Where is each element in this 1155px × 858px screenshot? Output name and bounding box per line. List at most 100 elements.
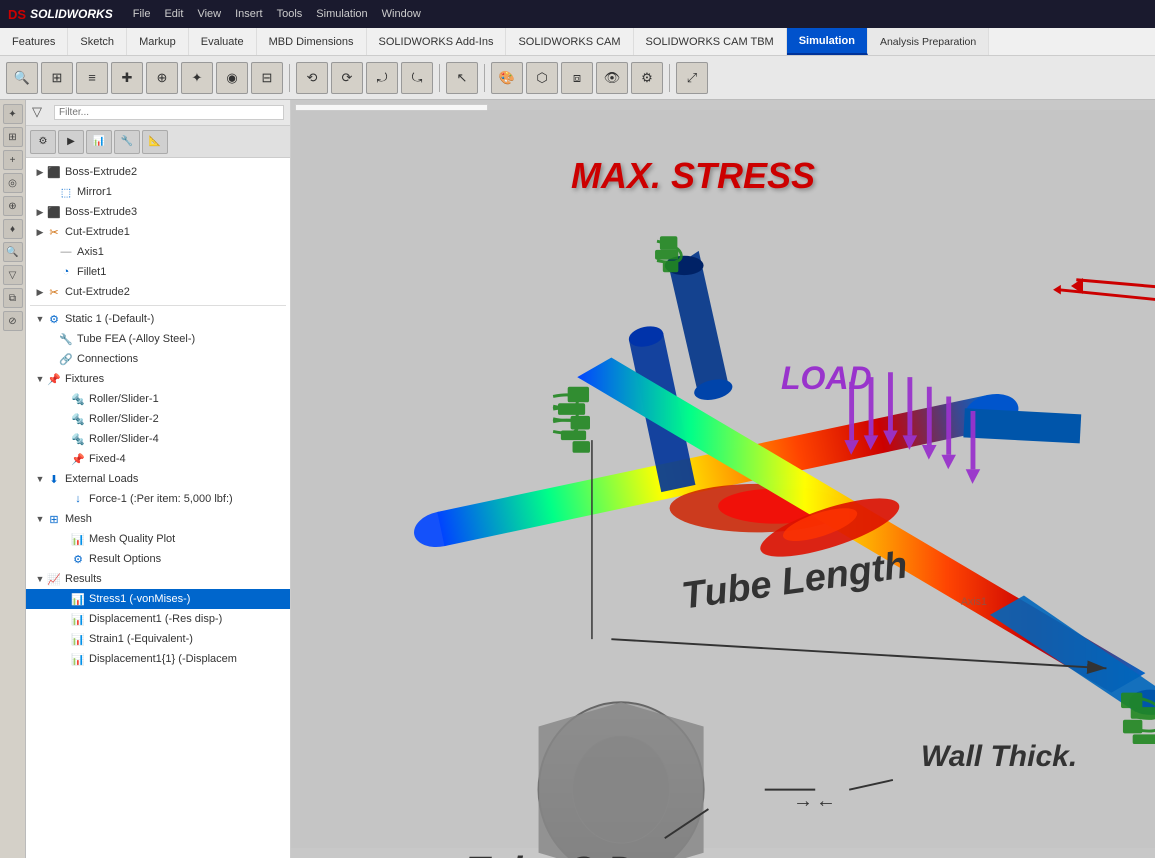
toolbar-btn-7[interactable]: ◉ — [216, 62, 248, 94]
sim-btn-3[interactable]: 📊 — [86, 130, 112, 154]
wall-thick-arrow: → — [793, 790, 813, 813]
tree-item-fixtures[interactable]: ▼ 📌 Fixtures — [26, 369, 290, 389]
tab-solidworks-cam-tbm[interactable]: SOLIDWORKS CAM TBM — [634, 28, 787, 55]
tree-label-boss-extrude3: Boss-Extrude3 — [65, 206, 137, 218]
tree-item-boss-extrude2[interactable]: ▶ ⬛ Boss-Extrude2 — [26, 162, 290, 182]
toolbar-btn-1[interactable]: 🔍 — [6, 62, 38, 94]
menu-simulation[interactable]: Simulation — [316, 8, 367, 20]
toolbar-btn-11[interactable]: ⤾ — [366, 62, 398, 94]
toolbar-btn-9[interactable]: ⟲ — [296, 62, 328, 94]
menu-file[interactable]: File — [133, 8, 151, 20]
toolbar-btn-section[interactable]: ⧈ — [561, 62, 593, 94]
tree-item-cut-extrude2[interactable]: ▶ ✂ Cut-Extrude2 — [26, 282, 290, 302]
tree-item-result-options[interactable]: ⚙ Result Options — [26, 549, 290, 569]
toolbar-btn-5[interactable]: ⊕ — [146, 62, 178, 94]
tab-markup[interactable]: Markup — [127, 28, 189, 55]
menu-edit[interactable]: Edit — [164, 8, 183, 20]
tree-label-cut-extrude2: Cut-Extrude2 — [65, 286, 130, 298]
tree-item-cut-extrude1[interactable]: ▶ ✂ Cut-Extrude1 — [26, 222, 290, 242]
tree-arrow-cut-extrude2[interactable]: ▶ — [34, 286, 46, 298]
tree-item-results[interactable]: ▼ 📈 Results — [26, 569, 290, 589]
tree-arrow-fixtures[interactable]: ▼ — [34, 373, 46, 385]
tree-item-boss-extrude3[interactable]: ▶ ⬛ Boss-Extrude3 — [26, 202, 290, 222]
toolbar-btn-3[interactable]: ≡ — [76, 62, 108, 94]
tree-label-displacement1: Displacement1 (-Res disp-) — [89, 613, 222, 625]
viewport[interactable]: Model name: Tube FEA Study name: Static … — [291, 100, 1155, 858]
toolbar-btn-display[interactable]: 🎨 — [491, 62, 523, 94]
tree-item-mesh-quality-plot[interactable]: 📊 Mesh Quality Plot — [26, 529, 290, 549]
menu-window[interactable]: Window — [382, 8, 421, 20]
tab-analysis-preparation[interactable]: Analysis Preparation — [868, 28, 989, 55]
side-icon-4[interactable]: ◎ — [3, 173, 23, 193]
filter-input[interactable] — [54, 105, 284, 120]
tree-icon-roller-2: 🔩 — [70, 411, 86, 427]
toolbar-btn-6[interactable]: ✦ — [181, 62, 213, 94]
menu-view[interactable]: View — [197, 8, 221, 20]
tree-item-axis1[interactable]: — Axis1 — [26, 242, 290, 262]
tree-item-stress1[interactable]: 📊 Stress1 (-vonMises-) — [26, 589, 290, 609]
tab-mbd-dimensions[interactable]: MBD Dimensions — [257, 28, 367, 55]
tree-item-external-loads[interactable]: ▼ ⬇ External Loads — [26, 469, 290, 489]
tree-item-roller-slider-2[interactable]: 🔩 Roller/Slider-2 — [26, 409, 290, 429]
toolbar-btn-2[interactable]: ⊞ — [41, 62, 73, 94]
tab-sketch[interactable]: Sketch — [68, 28, 127, 55]
toolbar-btn-render[interactable]: ⚙ — [631, 62, 663, 94]
tree-item-displacement1[interactable]: 📊 Displacement1 (-Res disp-) — [26, 609, 290, 629]
tree-item-roller-slider-4[interactable]: 🔩 Roller/Slider-4 — [26, 429, 290, 449]
sim-btn-5[interactable]: 📐 — [142, 130, 168, 154]
side-icon-filter[interactable]: ▽ — [3, 265, 23, 285]
tab-features[interactable]: Features — [0, 28, 68, 55]
tree-label-strain1: Strain1 (-Equivalent-) — [89, 633, 193, 645]
side-icon-1[interactable]: ✦ — [3, 104, 23, 124]
filter-bar: ▽ — [26, 100, 290, 126]
tree-item-mesh[interactable]: ▼ ⊞ Mesh — [26, 509, 290, 529]
tab-evaluate[interactable]: Evaluate — [189, 28, 257, 55]
toolbar-btn-4[interactable]: ✚ — [111, 62, 143, 94]
side-icon-7[interactable]: 🔍 — [3, 242, 23, 262]
toolbar-separator-3 — [484, 64, 485, 92]
tree-item-static1[interactable]: ▼ ⚙ Static 1 (-Default-) — [26, 309, 290, 329]
side-icon-9[interactable]: ⧉ — [3, 288, 23, 308]
tree-arrow-ext-loads[interactable]: ▼ — [34, 473, 46, 485]
tree-item-roller-slider-1[interactable]: 🔩 Roller/Slider-1 — [26, 389, 290, 409]
logo-solidworks: SOLIDWORKS — [30, 7, 113, 21]
sim-btn-4[interactable]: 🔧 — [114, 130, 140, 154]
tab-solidworks-cam[interactable]: SOLIDWORKS CAM — [506, 28, 633, 55]
tree-icon-result-options: ⚙ — [70, 551, 86, 567]
tree-label-force-1: Force-1 (:Per item: 5,000 lbf:) — [89, 493, 233, 505]
side-icon-6[interactable]: ♦ — [3, 219, 23, 239]
tree-arrow-results[interactable]: ▼ — [34, 573, 46, 585]
menu-tools[interactable]: Tools — [277, 8, 303, 20]
tree-arrow-cut-extrude1[interactable]: ▶ — [34, 226, 46, 238]
tab-simulation[interactable]: Simulation — [787, 28, 868, 55]
tree-arrow-static1[interactable]: ▼ — [34, 313, 46, 325]
toolbar-btn-hide[interactable]: 👁 — [596, 62, 628, 94]
toolbar-btn-cursor[interactable]: ↖ — [446, 62, 478, 94]
sim-btn-1[interactable]: ⚙ — [30, 130, 56, 154]
toolbar-btn-expand[interactable]: ⤢ — [676, 62, 708, 94]
tree-item-connections[interactable]: 🔗 Connections — [26, 349, 290, 369]
side-icon-3[interactable]: + — [3, 150, 23, 170]
menu-insert[interactable]: Insert — [235, 8, 263, 20]
tree-item-strain1[interactable]: 📊 Strain1 (-Equivalent-) — [26, 629, 290, 649]
tree-item-fillet1[interactable]: ◔ Fillet1 — [26, 262, 290, 282]
tree-arrow-mesh[interactable]: ▼ — [34, 513, 46, 525]
toolbar-btn-12[interactable]: ⤿ — [401, 62, 433, 94]
tree-item-mirror1[interactable]: ⬚ Mirror1 — [26, 182, 290, 202]
tree-arrow-boss-extrude2[interactable]: ▶ — [34, 166, 46, 178]
tree-label-roller-2: Roller/Slider-2 — [89, 413, 159, 425]
toolbar-btn-10[interactable]: ⟳ — [331, 62, 363, 94]
tree-item-force-1[interactable]: ↓ Force-1 (:Per item: 5,000 lbf:) — [26, 489, 290, 509]
tree-arrow-connections — [46, 353, 58, 365]
tree-item-fixed-4[interactable]: 📌 Fixed-4 — [26, 449, 290, 469]
toolbar-btn-wireframe[interactable]: ⬡ — [526, 62, 558, 94]
tree-item-displacement1-1[interactable]: 📊 Displacement1{1} (-Displacem — [26, 649, 290, 669]
tab-solidworks-addins[interactable]: SOLIDWORKS Add-Ins — [367, 28, 507, 55]
side-icon-10[interactable]: ⊘ — [3, 311, 23, 331]
side-icon-2[interactable]: ⊞ — [3, 127, 23, 147]
sim-btn-2[interactable]: ▶ — [58, 130, 84, 154]
side-icon-5[interactable]: ⊕ — [3, 196, 23, 216]
tree-arrow-boss-extrude3[interactable]: ▶ — [34, 206, 46, 218]
tree-item-tube-fea-mat[interactable]: 🔧 Tube FEA (-Alloy Steel-) — [26, 329, 290, 349]
toolbar-btn-8[interactable]: ⊟ — [251, 62, 283, 94]
